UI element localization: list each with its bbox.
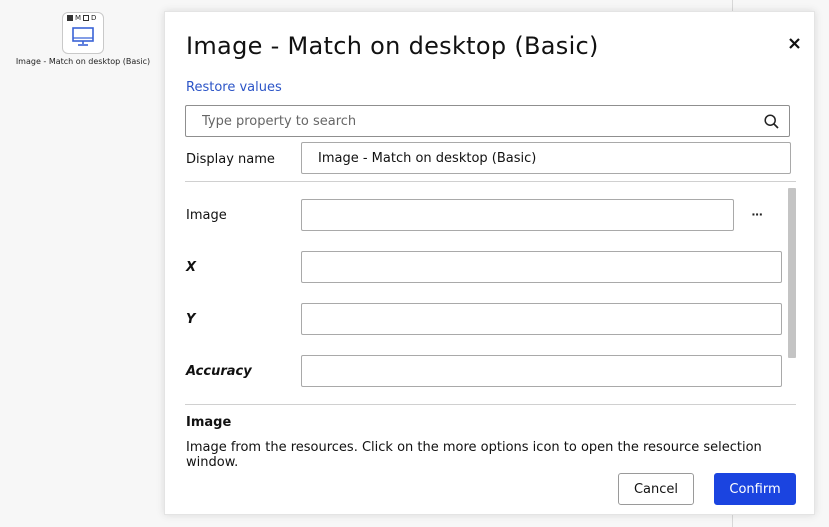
workflow-node[interactable]: M D Image - Match on desktop (Basic) (8, 12, 158, 66)
flag-m: M (75, 14, 82, 22)
search-icon[interactable] (764, 114, 779, 129)
display-name-input[interactable] (301, 142, 791, 174)
flag-d: D (91, 14, 97, 22)
display-name-label: Display name (186, 152, 275, 167)
node-flags: M D (67, 14, 96, 22)
y-input[interactable] (301, 303, 782, 335)
more-options-icon: ··· (751, 206, 764, 222)
close-button[interactable] (785, 34, 805, 54)
help-title: Image (186, 415, 232, 430)
help-divider (185, 404, 796, 405)
close-icon (789, 38, 800, 49)
more-options-button[interactable]: ··· (745, 202, 769, 226)
cancel-button[interactable]: Cancel (618, 473, 694, 505)
monitor-icon (72, 27, 94, 46)
y-label: Y (186, 312, 196, 327)
x-label: X (186, 260, 197, 275)
properties-dialog: Image - Match on desktop (Basic) Restore… (164, 11, 815, 515)
node-label: Image - Match on desktop (Basic) (15, 57, 151, 66)
confirm-button[interactable]: Confirm (714, 473, 796, 505)
properties-scrollbar[interactable] (788, 188, 796, 358)
x-input[interactable] (301, 251, 782, 283)
flag-checkbox-unchecked[interactable] (83, 15, 90, 21)
search-box (185, 105, 790, 137)
image-label: Image (186, 208, 227, 223)
accuracy-label: Accuracy (186, 364, 252, 379)
node-box[interactable]: M D (62, 12, 104, 54)
accuracy-input[interactable] (301, 355, 782, 387)
dialog-title: Image - Match on desktop (Basic) (186, 32, 599, 60)
image-input[interactable] (301, 199, 734, 231)
section-divider (185, 181, 796, 182)
help-text: Image from the resources. Click on the m… (186, 440, 762, 470)
restore-values-link[interactable]: Restore values (186, 80, 282, 95)
search-input[interactable] (186, 106, 756, 136)
flag-checkbox-checked[interactable] (67, 15, 73, 21)
